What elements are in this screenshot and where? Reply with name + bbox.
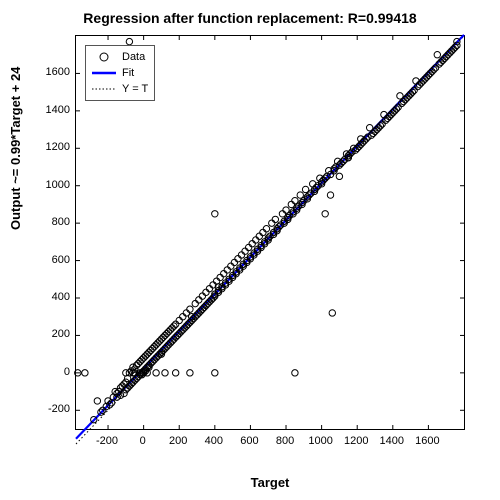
legend-entry-fit: Fit — [90, 65, 148, 81]
x-tick-label: 400 — [205, 435, 223, 447]
y-axis-label: Output ~= 0.99*Target + 24 — [8, 67, 23, 230]
y-tick-label: 1400 — [30, 104, 70, 116]
legend-label: Fit — [122, 67, 134, 79]
x-tick-label: 1000 — [308, 435, 332, 447]
page-title: Regression after function replacement: R… — [0, 10, 500, 26]
x-tick-label: 0 — [140, 435, 146, 447]
y-tick-label: 600 — [30, 254, 70, 266]
line-icon — [90, 66, 118, 80]
y-tick-label: -200 — [30, 403, 70, 415]
x-tick-label: 1600 — [415, 435, 439, 447]
y-tick-label: 0 — [30, 366, 70, 378]
dotted-line-icon — [90, 82, 118, 96]
y-tick-label: 400 — [30, 291, 70, 303]
x-tick-label: 1200 — [344, 435, 368, 447]
y-tick-label: 1200 — [30, 141, 70, 153]
legend: Data Fit Y = T — [85, 45, 155, 101]
y-tick-label: 1000 — [30, 179, 70, 191]
y-tick-label: 200 — [30, 328, 70, 340]
x-tick-label: -200 — [96, 435, 118, 447]
legend-label: Data — [122, 51, 145, 63]
x-tick-label: 800 — [276, 435, 294, 447]
circle-icon — [90, 50, 118, 64]
y-tick-label: 800 — [30, 216, 70, 228]
x-tick-label: 600 — [240, 435, 258, 447]
x-tick-label: 200 — [169, 435, 187, 447]
legend-entry-data: Data — [90, 49, 148, 65]
y-tick-label: 1600 — [30, 66, 70, 78]
x-tick-label: 1400 — [380, 435, 404, 447]
legend-label: Y = T — [122, 83, 148, 95]
legend-entry-yt: Y = T — [90, 81, 148, 97]
x-axis-label: Target — [75, 475, 465, 490]
